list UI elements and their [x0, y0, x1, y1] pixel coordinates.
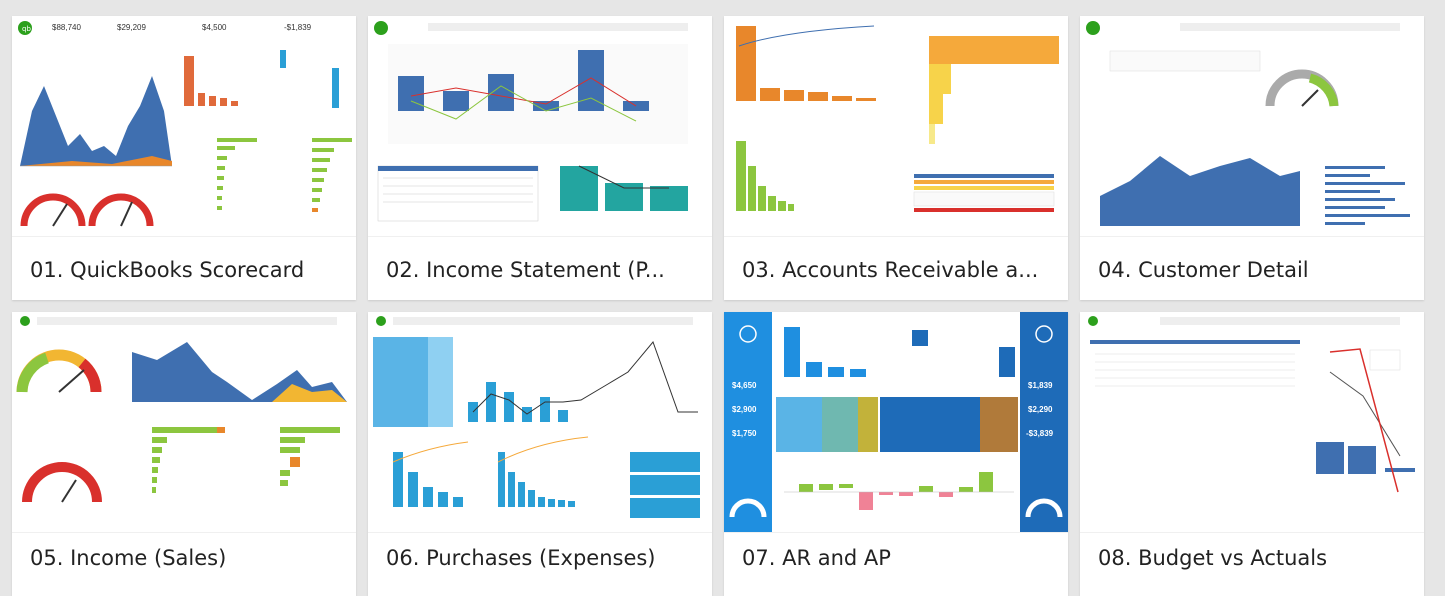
quickbooks-logo-icon [1088, 316, 1098, 326]
quickbooks-logo-icon [20, 316, 30, 326]
dashboard-card-income-statement[interactable]: 02. Income Statement (P... [368, 16, 712, 300]
dashboard-title: 07. AR and AP [742, 546, 891, 570]
dashboard-thumbnail [368, 16, 712, 237]
kpi-value: $2,290 [1028, 405, 1053, 414]
kpi-value: $2,900 [732, 405, 757, 414]
dashboard-card-quickbooks-scorecard[interactable]: qb $88,740 $29,209 $4,500 -$1,839 01. Qu… [12, 16, 356, 300]
quickbooks-logo-icon [1086, 21, 1100, 35]
dashboard-card-customer-detail[interactable]: 04. Customer Detail [1080, 16, 1424, 300]
dashboard-title: 05. Income (Sales) [30, 546, 227, 570]
dashboard-title: 06. Purchases (Expenses) [386, 546, 656, 570]
dashboard-title: 03. Accounts Receivable a... [742, 258, 1039, 282]
kpi-value: $1,750 [732, 429, 757, 438]
dashboard-card-purchases-expenses[interactable]: 06. Purchases (Expenses) [368, 312, 712, 596]
quickbooks-logo-icon [376, 316, 386, 326]
dashboard-card-accounts-receivable[interactable]: 03. Accounts Receivable a... [724, 16, 1068, 300]
kpi-value: $4,500 [202, 23, 227, 32]
dashboard-thumbnail: qb $88,740 $29,209 $4,500 -$1,839 [12, 16, 356, 237]
kpi-value: -$1,839 [284, 23, 312, 32]
dashboard-thumbnail [724, 16, 1068, 237]
dashboard-card-ar-and-ap[interactable]: $4,650 $2,900 $1,750 $1,839 $2,290 -$3,8… [724, 312, 1068, 596]
dashboard-gallery: qb $88,740 $29,209 $4,500 -$1,839 01. Qu… [12, 16, 1424, 596]
dashboard-title: 08. Budget vs Actuals [1098, 546, 1328, 570]
dashboard-title: 04. Customer Detail [1098, 258, 1309, 282]
kpi-value: $88,740 [52, 23, 81, 32]
dashboard-card-budget-vs-actuals[interactable]: 08. Budget vs Actuals [1080, 312, 1424, 596]
quickbooks-logo-icon [374, 21, 388, 35]
dashboard-thumbnail [12, 312, 356, 533]
kpi-value: $1,839 [1028, 381, 1053, 390]
dashboard-title: 01. QuickBooks Scorecard [30, 258, 305, 282]
dashboard-thumbnail: $4,650 $2,900 $1,750 $1,839 $2,290 -$3,8… [724, 312, 1068, 533]
dashboard-card-income-sales[interactable]: 05. Income (Sales) [12, 312, 356, 596]
svg-text:qb: qb [22, 25, 31, 33]
dashboard-title: 02. Income Statement (P... [386, 258, 665, 282]
kpi-value: $29,209 [117, 23, 146, 32]
dashboard-thumbnail [1080, 312, 1424, 533]
kpi-value: -$3,839 [1026, 429, 1054, 438]
kpi-value: $4,650 [732, 381, 757, 390]
dashboard-thumbnail [1080, 16, 1424, 237]
dashboard-thumbnail [368, 312, 712, 533]
